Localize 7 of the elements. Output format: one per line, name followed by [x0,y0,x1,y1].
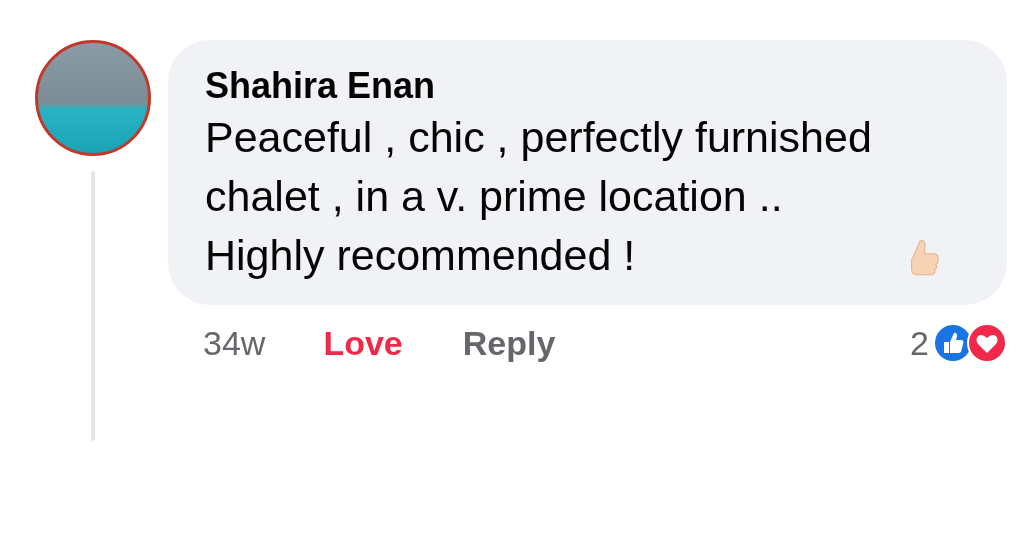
comment-action-link[interactable]: Love [323,323,403,363]
comment-action-link[interactable]: Reply [462,323,556,363]
author-name[interactable]: Shahira Enan [205,64,971,108]
comment-text: Peaceful , chic , perfectly furnished chalet , in a v. prime location .. Highly recommended ! [205,112,873,281]
heart-reaction-icon [967,323,1007,363]
reaction-count[interactable]: 2 [910,323,929,363]
timestamp: 34w [203,323,266,363]
